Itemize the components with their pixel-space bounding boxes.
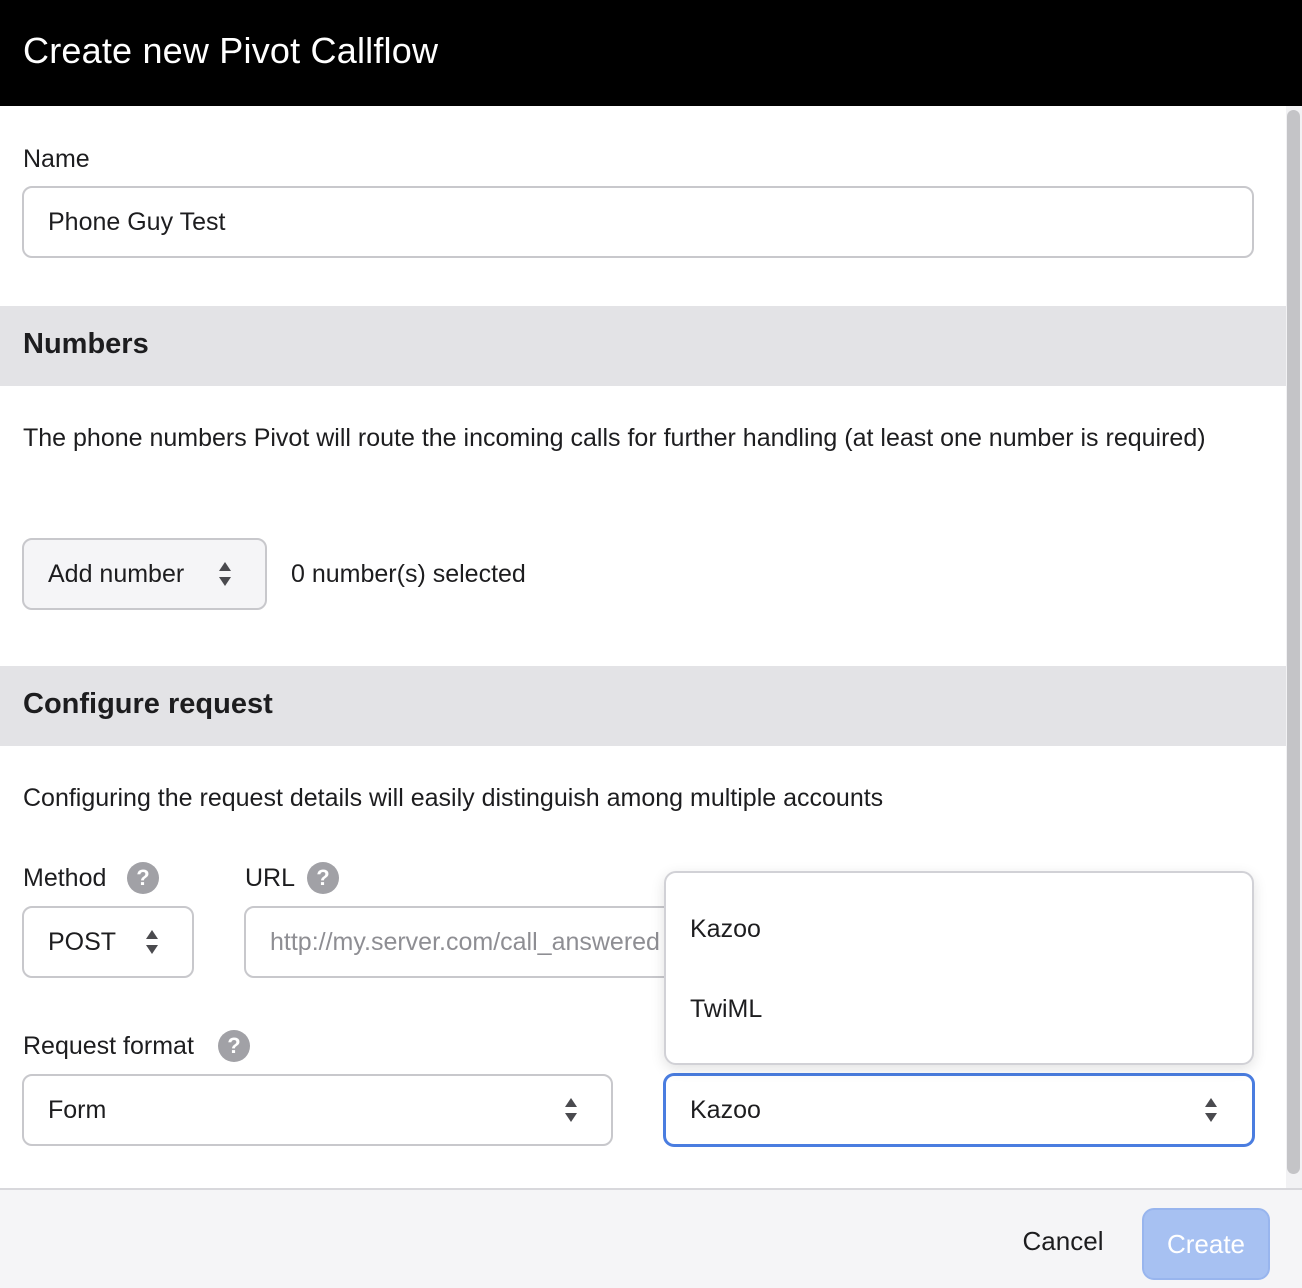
response-format-dropdown: Kazoo TwiML (664, 871, 1254, 1065)
dialog-title: Create new Pivot Callflow (23, 30, 439, 71)
selected-count: 0 number(s) selected (291, 560, 526, 588)
dropdown-option-kazoo[interactable]: Kazoo (690, 915, 761, 944)
dialog-header: Create new Pivot Callflow (0, 0, 1302, 106)
up-down-arrows-icon (1204, 1097, 1218, 1123)
url-help-icon[interactable]: ? (307, 862, 339, 894)
cancel-button[interactable]: Cancel (1005, 1214, 1121, 1268)
dialog-footer: Cancel Create (0, 1188, 1302, 1288)
method-value: POST (48, 927, 117, 956)
url-label: URL (245, 864, 296, 892)
numbers-section-header: Numbers (0, 306, 1286, 386)
request-format-value: Form (48, 1095, 107, 1124)
up-down-arrows-icon (218, 561, 232, 587)
create-button[interactable]: Create (1142, 1208, 1270, 1280)
request-format-label: Request format (23, 1032, 194, 1060)
name-label: Name (23, 145, 90, 173)
method-select[interactable]: POST (22, 906, 194, 978)
numbers-description: The phone numbers Pivot will route the i… (23, 424, 1206, 452)
method-label: Method (23, 864, 107, 892)
method-help-icon[interactable]: ? (127, 862, 159, 894)
response-format-value: Kazoo (690, 1095, 761, 1124)
dropdown-option-twiml[interactable]: TwiML (690, 995, 762, 1024)
request-format-select[interactable]: Form (22, 1074, 613, 1146)
up-down-arrows-icon (564, 1097, 578, 1123)
add-number-label: Add number (48, 559, 185, 588)
configure-description: Configuring the request details will eas… (23, 784, 884, 812)
response-format-select[interactable]: Kazoo (664, 1074, 1254, 1146)
request-format-help-icon[interactable]: ? (218, 1030, 250, 1062)
numbers-section-title: Numbers (23, 328, 149, 360)
scrollbar-thumb[interactable] (1287, 110, 1300, 1174)
configure-section-header: Configure request (0, 666, 1286, 746)
configure-section-title: Configure request (23, 688, 273, 720)
add-number-select[interactable]: Add number (22, 538, 267, 610)
up-down-arrows-icon (145, 929, 159, 955)
name-input[interactable] (22, 186, 1254, 258)
